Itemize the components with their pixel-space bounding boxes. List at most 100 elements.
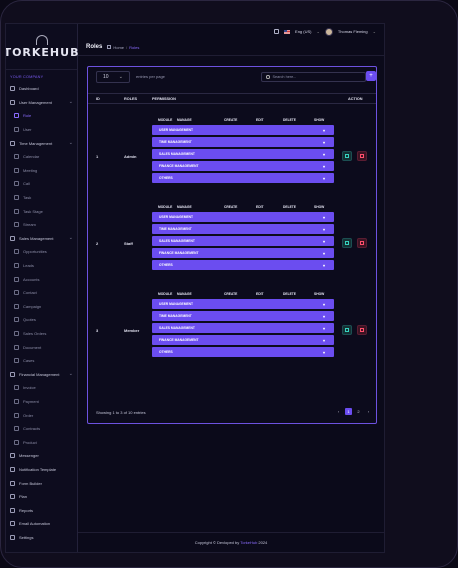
sidebar-item-role[interactable]: Role: [6, 109, 77, 123]
search-input[interactable]: Search here...: [261, 72, 366, 82]
delete-button[interactable]: [357, 151, 367, 161]
sidebar-item-quotes[interactable]: Quotes: [6, 313, 77, 327]
sidebar-item-task-stage[interactable]: Task Stage: [6, 204, 77, 218]
col-roles: ROLES: [124, 97, 138, 101]
add-role-button[interactable]: +: [366, 71, 376, 81]
sidebar-item-financial-management[interactable]: Financial Management ⌄: [6, 367, 77, 381]
payment-icon: [14, 398, 19, 404]
sidebar-item-accounts[interactable]: Accounts: [6, 272, 77, 286]
sidebar-item-label: Document: [23, 344, 42, 350]
sidebar-item-document[interactable]: Document: [6, 340, 77, 354]
chevron-down-icon[interactable]: ⌄: [316, 29, 319, 34]
row-actions: [342, 325, 367, 335]
sidebar-item-calendar[interactable]: Calendar: [6, 150, 77, 164]
sidebar-item-user[interactable]: User: [6, 123, 77, 137]
search-placeholder: Search here...: [272, 75, 297, 79]
permission-col-module: MODULE: [158, 292, 173, 296]
permission-col-show: SHOW: [314, 292, 325, 296]
sidebar-item-reports[interactable]: Reports: [6, 503, 77, 517]
permission-col-show: SHOW: [314, 118, 325, 122]
sidebar-item-form-builder[interactable]: Form Builder: [6, 476, 77, 490]
module-accordion-user-management[interactable]: USER MANAGEMENT ▾: [152, 299, 334, 309]
prev-page-icon[interactable]: ‹: [335, 408, 342, 415]
chevron-down-icon: ▾: [322, 214, 325, 220]
module-accordion-others[interactable]: OTHERS ▾: [152, 260, 334, 270]
sidebar-item-contact[interactable]: Contact: [6, 286, 77, 300]
sidebar-item-label: Leads: [23, 263, 34, 269]
sidebar-item-dashboard[interactable]: Dashboard: [6, 82, 77, 96]
call-icon: [14, 181, 19, 187]
accounts-icon: [14, 276, 19, 282]
sidebar-item-user-management[interactable]: User Management ⌄: [6, 96, 77, 110]
sidebar-item-label: Plan: [19, 494, 28, 500]
breadcrumb-separator: /: [126, 44, 128, 50]
entries-per-page-select[interactable]: 10 ⌄: [96, 71, 130, 83]
module-label: TIME MANAGEMENT: [159, 314, 192, 318]
sidebar-item-sales-management[interactable]: Sales Management ⌄: [6, 232, 77, 246]
sidebar-item-plan[interactable]: Plan: [6, 490, 77, 504]
language-select[interactable]: Eng (US): [295, 29, 311, 34]
page-1-button[interactable]: 1: [345, 408, 352, 415]
chevron-down-icon: ▾: [322, 226, 325, 232]
home-icon[interactable]: [107, 45, 112, 49]
us-flag-icon[interactable]: [284, 29, 291, 34]
module-accordion-finance-management[interactable]: FINANCE MANAGEMENT ▾: [152, 248, 334, 258]
module-accordion-others[interactable]: OTHERS ▾: [152, 173, 334, 183]
sidebar-item-sales-orders[interactable]: Sales Orders: [6, 327, 77, 341]
module-accordion-sales-management[interactable]: SALES MANAGEMENT ▾: [152, 323, 334, 333]
sidebar-item-campaign[interactable]: Campaign: [6, 300, 77, 314]
page-2-button[interactable]: 2: [355, 408, 362, 415]
product-icon: [14, 439, 19, 445]
sidebar-item-time-management[interactable]: Time Management ⌄: [6, 136, 77, 150]
logo[interactable]: TORKEHUB: [6, 24, 78, 70]
user-name[interactable]: Thomas Fleming: [338, 29, 368, 34]
footer-copyright: Copyright © Devloped by: [194, 540, 240, 545]
sidebar-item-invoice[interactable]: Invoice: [6, 381, 77, 395]
permission-col-delete: DELETE: [283, 292, 297, 296]
footer-brand[interactable]: TorkeHub: [240, 540, 257, 545]
sidebar-item-contracts[interactable]: Contracts: [6, 422, 77, 436]
sidebar-item-stream[interactable]: Stream: [6, 218, 77, 232]
module-accordion-time-management[interactable]: TIME MANAGEMENT ▾: [152, 224, 334, 234]
module-accordion-finance-management[interactable]: FINANCE MANAGEMENT ▾: [152, 161, 334, 171]
next-page-icon[interactable]: ›: [365, 408, 372, 415]
sidebar-item-call[interactable]: Call: [6, 177, 77, 191]
delete-button[interactable]: [357, 325, 367, 335]
table-footer: Showing 1 to 3 of 10 entries ‹ 1 2 ›: [96, 408, 372, 418]
chevron-down-icon[interactable]: ⌄: [373, 29, 376, 34]
avatar[interactable]: [324, 27, 333, 36]
module-accordion-user-management[interactable]: USER MANAGEMENT ▾: [152, 125, 334, 135]
sidebar: TORKEHUB YOUR COMPANY Dashboard User Mana…: [6, 24, 78, 552]
module-accordion-finance-management[interactable]: FINANCE MANAGEMENT ▾: [152, 335, 334, 345]
messages-icon[interactable]: [274, 29, 280, 34]
sidebar-item-product[interactable]: Product: [6, 435, 77, 449]
sidebar-item-leads[interactable]: Leads: [6, 259, 77, 273]
module-accordion-sales-management[interactable]: SALES MANAGEMENT ▾: [152, 149, 334, 159]
breadcrumb-home[interactable]: Home: [113, 45, 124, 50]
document-icon: [14, 344, 19, 350]
edit-button[interactable]: [342, 238, 352, 248]
module-accordion-sales-management[interactable]: SALES MANAGEMENT ▾: [152, 236, 334, 246]
edit-button[interactable]: [342, 151, 352, 161]
sidebar-item-meeting[interactable]: Meeting: [6, 164, 77, 178]
sidebar-item-notification-template[interactable]: Notification Template: [6, 463, 77, 477]
sidebar-item-order[interactable]: Order: [6, 408, 77, 422]
module-accordion-time-management[interactable]: TIME MANAGEMENT ▾: [152, 137, 334, 147]
sidebar-item-opportunities[interactable]: Opportunities: [6, 245, 77, 259]
edit-button[interactable]: [342, 325, 352, 335]
permission-col-module: MODULE: [158, 205, 173, 209]
sidebar-item-email-automation[interactable]: Email Automation: [6, 517, 77, 531]
sales-management-icon: [10, 235, 15, 241]
sidebar-item-label: Dashboard: [19, 86, 39, 92]
module-accordion-others[interactable]: OTHERS ▾: [152, 347, 334, 357]
role-name: Member: [124, 328, 140, 333]
permission-col-create: CREATE: [224, 205, 238, 209]
module-accordion-user-management[interactable]: USER MANAGEMENT ▾: [152, 212, 334, 222]
sidebar-item-payment[interactable]: Payment: [6, 395, 77, 409]
sidebar-item-cases[interactable]: Cases: [6, 354, 77, 368]
sidebar-item-settings[interactable]: Settings: [6, 531, 77, 545]
module-accordion-time-management[interactable]: TIME MANAGEMENT ▾: [152, 311, 334, 321]
sidebar-item-messenger[interactable]: Messenger: [6, 449, 77, 463]
delete-button[interactable]: [357, 238, 367, 248]
sidebar-item-task[interactable]: Task: [6, 191, 77, 205]
